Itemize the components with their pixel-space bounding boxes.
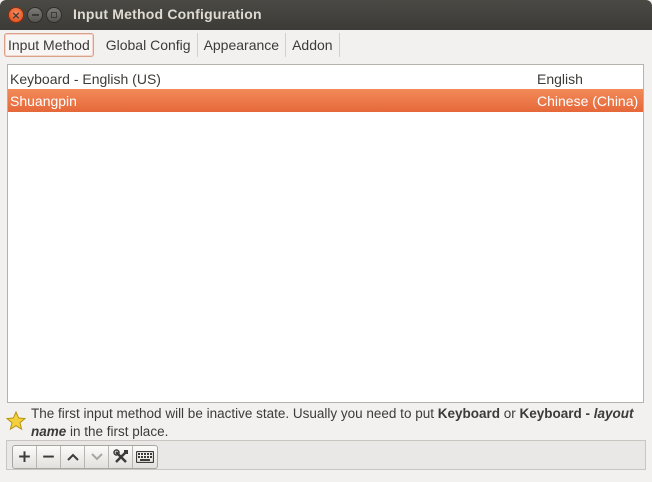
window-title: Input Method Configuration [73, 6, 262, 22]
move-down-button[interactable] [85, 446, 109, 468]
keyboard-layout-button[interactable] [133, 446, 157, 468]
tab-addon[interactable]: Addon [286, 33, 340, 57]
tab-appearance[interactable]: Appearance [198, 33, 287, 57]
input-method-language: English [537, 71, 583, 87]
close-button[interactable]: × [8, 7, 24, 23]
maximize-button[interactable] [46, 7, 62, 23]
keyboard-icon [136, 451, 154, 463]
tab-global-config[interactable]: Global Config [100, 33, 198, 57]
star-icon [6, 411, 26, 431]
input-method-config-window: × Input Method Configuration Input Metho… [0, 0, 652, 482]
list-item[interactable]: Keyboard - English (US) English [8, 67, 643, 90]
move-up-button[interactable] [61, 446, 85, 468]
plus-icon: + [17, 447, 32, 467]
tab-bar: Input Method Global Config Appearance Ad… [4, 33, 340, 58]
list-toolbar: + − [6, 440, 646, 470]
minus-icon: − [41, 447, 56, 467]
close-icon: × [11, 8, 21, 22]
minimize-button[interactable] [27, 7, 43, 23]
add-button[interactable]: + [13, 446, 37, 468]
input-method-name: Shuangpin [10, 93, 77, 109]
minimize-icon [31, 14, 39, 16]
toolbar-button-group: + − [12, 445, 158, 469]
input-method-name: Keyboard - English (US) [10, 71, 161, 87]
list-item-selected[interactable]: Shuangpin Chinese (China) [8, 89, 643, 112]
tools-icon [112, 449, 128, 463]
tab-input-method[interactable]: Input Method [4, 33, 94, 57]
remove-button[interactable]: − [37, 446, 61, 468]
maximize-icon [51, 12, 57, 18]
input-method-list[interactable]: Keyboard - English (US) English Shuangpi… [7, 64, 644, 403]
title-bar[interactable]: × Input Method Configuration [0, 0, 652, 30]
chevron-down-icon [90, 453, 103, 461]
chevron-up-icon [66, 453, 79, 461]
hint-text: The first input method will be inactive … [31, 406, 634, 439]
input-method-language: Chinese (China) [537, 93, 639, 109]
configure-button[interactable] [109, 446, 133, 468]
